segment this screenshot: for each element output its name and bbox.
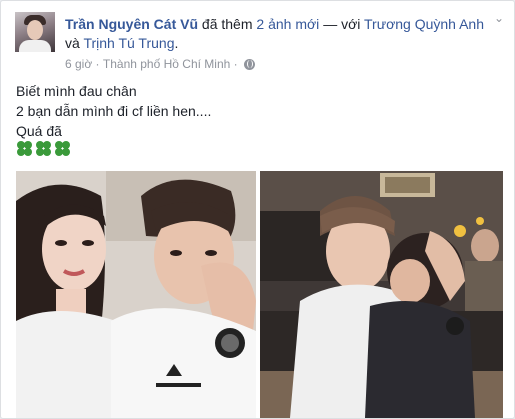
photo-1[interactable]	[16, 171, 256, 418]
post-time[interactable]: 6 giờ	[65, 56, 92, 72]
new-photos-link[interactable]: 2 ảnh mới	[256, 16, 319, 32]
separator: ·	[230, 57, 238, 71]
photo-1-image	[16, 171, 256, 418]
post-location[interactable]: Thành phố Hồ Chí Minh	[103, 56, 230, 72]
four-leaf-clover-icon	[35, 140, 52, 157]
with-text: — với	[323, 16, 361, 32]
post-line: Quá đã	[16, 123, 62, 139]
and-text: và	[65, 35, 80, 51]
avatar-shirt	[19, 40, 51, 52]
emoji-row	[16, 140, 71, 157]
globe-icon[interactable]	[243, 58, 255, 70]
post-line: 2 bạn dẫn mình đi cf liền hen....	[16, 103, 212, 119]
post-meta: 6 giờ · Thành phố Hồ Chí Minh ·	[65, 56, 255, 72]
author-avatar[interactable]	[15, 12, 55, 52]
four-leaf-clover-icon	[16, 140, 33, 157]
tagged-friend-link-2[interactable]: Trịnh Tú Trung	[83, 35, 174, 51]
separator: ·	[92, 57, 103, 71]
photo-2[interactable]	[260, 171, 503, 418]
action-text: đã thêm	[201, 16, 253, 32]
tagged-friend-link-1[interactable]: Trương Quỳnh Anh	[364, 16, 484, 32]
four-leaf-clover-icon	[54, 140, 71, 157]
post-line: Biết mình đau chân	[16, 83, 137, 99]
avatar-face	[27, 20, 43, 40]
photo-2-image	[260, 171, 503, 418]
post-options-chevron-icon[interactable]: ⌄	[494, 12, 504, 24]
author-name-link[interactable]: Trần Nguyên Cát Vũ	[65, 16, 198, 32]
post-body: Biết mình đau chân 2 bạn dẫn mình đi cf …	[16, 81, 211, 141]
period: .	[174, 35, 179, 51]
post-headline: Trần Nguyên Cát Vũ đã thêm 2 ảnh mới — v…	[65, 15, 495, 53]
feed-post: Trần Nguyên Cát Vũ đã thêm 2 ảnh mới — v…	[0, 0, 515, 419]
